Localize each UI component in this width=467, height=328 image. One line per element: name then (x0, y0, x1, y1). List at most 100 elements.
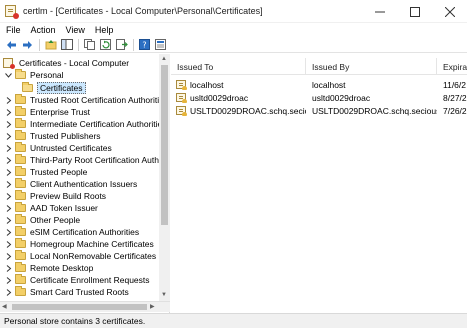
expand-chevron-icon[interactable] (4, 180, 12, 188)
tree-item-third-party-root[interactable]: Third-Party Root Certification Authoriti… (4, 154, 169, 166)
tree-item-untrusted[interactable]: Untrusted Certificates (4, 142, 112, 154)
folder-icon (15, 262, 26, 272)
menu-bar: File Action View Help (0, 23, 467, 37)
tree-item-remote-desktop[interactable]: Remote Desktop (4, 262, 93, 274)
expand-chevron-icon[interactable] (4, 276, 12, 284)
tree-item-label: Trusted Root Certification Authorities (30, 95, 169, 105)
cell-issued-to: localhost (171, 79, 306, 90)
minimize-button[interactable] (362, 0, 397, 23)
expand-chevron-icon[interactable] (4, 252, 12, 260)
issued-to-text: localhost (190, 79, 224, 90)
tree-item-intermediate[interactable]: Intermediate Certification Authorities (4, 118, 167, 130)
expand-chevron-icon[interactable] (4, 228, 12, 236)
table-row[interactable]: usltd0029droac usltd0029droac 8/27/2 (171, 91, 467, 104)
expand-chevron-icon[interactable] (4, 120, 12, 128)
cell-issued-by: USLTD0029DROAC.schq.secious.com (312, 105, 437, 116)
expand-chevron-icon[interactable] (4, 132, 12, 140)
up-one-level-button[interactable] (43, 38, 58, 52)
tree-horizontal-scrollbar[interactable]: ◀ ▶ (0, 301, 170, 312)
tree-item-personal[interactable]: Personal (4, 69, 64, 81)
tree-item-trusted-publishers[interactable]: Trusted Publishers (4, 130, 101, 142)
list-header: Issued To Issued By Expira (171, 58, 467, 75)
certificate-icon (176, 79, 187, 90)
cell-expiration: 7/26/2 (443, 105, 467, 116)
expand-chevron-icon[interactable] (4, 216, 12, 224)
toolbar: ? (0, 37, 467, 53)
tree-item-trusted-people[interactable]: Trusted People (4, 166, 87, 178)
cell-issued-by: localhost (312, 79, 346, 90)
scroll-up-icon[interactable]: ▲ (161, 56, 167, 62)
scroll-thumb[interactable] (161, 65, 168, 225)
scroll-right-icon[interactable]: ▶ (150, 304, 155, 310)
tree-item-label: Client Authentication Issuers (30, 179, 138, 189)
column-expiration[interactable]: Expira (437, 58, 467, 75)
tree-item-smart-card-roots[interactable]: Smart Card Trusted Roots (4, 286, 129, 298)
tree-item-other-people[interactable]: Other People (4, 214, 80, 226)
tree-item-preview-build-roots[interactable]: Preview Build Roots (4, 190, 106, 202)
expand-chevron-icon[interactable] (4, 288, 12, 296)
export-list-icon (115, 39, 128, 50)
menu-file[interactable]: File (0, 25, 26, 35)
certificate-icon (176, 92, 187, 103)
column-issued-by[interactable]: Issued By (306, 58, 437, 75)
maximize-button[interactable] (397, 0, 432, 23)
table-row[interactable]: USLTD0029DROAC.schq.secious.c... USLTD00… (171, 104, 467, 117)
tree-item-esim[interactable]: eSIM Certification Authorities (4, 226, 139, 238)
menu-view[interactable]: View (61, 25, 90, 35)
certificate-list: Issued To Issued By Expira localhost loc… (171, 54, 467, 313)
tree-item-label: Certificates (37, 82, 86, 94)
expand-chevron-icon[interactable] (4, 168, 12, 176)
refresh-icon (99, 39, 111, 50)
copy-button[interactable] (82, 38, 97, 52)
expand-chevron-icon[interactable] (4, 192, 12, 200)
folder-icon (15, 166, 26, 176)
collapse-chevron-icon[interactable] (4, 71, 12, 79)
tree-item-client-auth-issuers[interactable]: Client Authentication Issuers (4, 178, 137, 190)
folder-icon (15, 286, 26, 296)
tree-item-local-nonremovable[interactable]: Local NonRemovable Certificates (4, 250, 156, 262)
expand-chevron-icon[interactable] (4, 144, 12, 152)
show-hide-tree-icon (60, 39, 73, 50)
expand-chevron-icon[interactable] (4, 240, 12, 248)
tree-root-label: Certificates - Local Computer (19, 58, 130, 68)
expand-chevron-icon[interactable] (4, 96, 12, 104)
export-list-button[interactable] (114, 38, 129, 52)
menu-action[interactable]: Action (26, 25, 61, 35)
cell-expiration: 11/6/2 (443, 79, 467, 90)
cell-issued-to: usltd0029droac (171, 92, 306, 103)
show-hide-console-tree-button[interactable] (59, 38, 74, 52)
tree-item-enterprise-trust[interactable]: Enterprise Trust (4, 106, 90, 118)
folder-icon (15, 94, 26, 104)
forward-button[interactable] (20, 38, 35, 52)
scroll-left-icon[interactable]: ◀ (2, 304, 7, 310)
folder-icon (15, 190, 26, 200)
expand-chevron-icon[interactable] (4, 108, 12, 116)
expand-chevron-icon[interactable] (4, 204, 12, 212)
issued-to-text: usltd0029droac (190, 92, 249, 103)
column-issued-to[interactable]: Issued To (171, 58, 306, 75)
back-button[interactable] (4, 38, 19, 52)
table-row[interactable]: localhost localhost 11/6/2 (171, 78, 467, 91)
tree-item-trusted-root[interactable]: Trusted Root Certification Authorities (4, 94, 168, 106)
folder-icon (15, 226, 26, 236)
tree-vertical-scrollbar[interactable]: ▲ ▼ (159, 54, 170, 301)
properties-button[interactable] (153, 38, 168, 52)
properties-icon (154, 39, 166, 50)
tree-item-certificates[interactable]: Certificates (22, 82, 86, 94)
folder-icon (15, 178, 26, 188)
scroll-thumb[interactable] (12, 304, 147, 310)
expand-chevron-icon[interactable] (4, 264, 12, 272)
folder-icon (15, 214, 26, 224)
tree-item-enrollment-requests[interactable]: Certificate Enrollment Requests (4, 274, 150, 286)
tree-item-homegroup[interactable]: Homegroup Machine Certificates (4, 238, 154, 250)
scroll-down-icon[interactable]: ▼ (161, 292, 167, 298)
tree-item-aad-token-issuer[interactable]: AAD Token Issuer (4, 202, 98, 214)
folder-icon (15, 250, 26, 260)
expand-chevron-icon[interactable] (4, 156, 12, 164)
close-button[interactable] (432, 0, 467, 23)
tree-item-label: Trusted Publishers (30, 131, 101, 141)
refresh-button[interactable] (98, 38, 113, 52)
help-button[interactable]: ? (137, 38, 152, 52)
menu-help[interactable]: Help (90, 25, 119, 35)
tree-root[interactable]: Certificates - Local Computer (3, 57, 129, 69)
